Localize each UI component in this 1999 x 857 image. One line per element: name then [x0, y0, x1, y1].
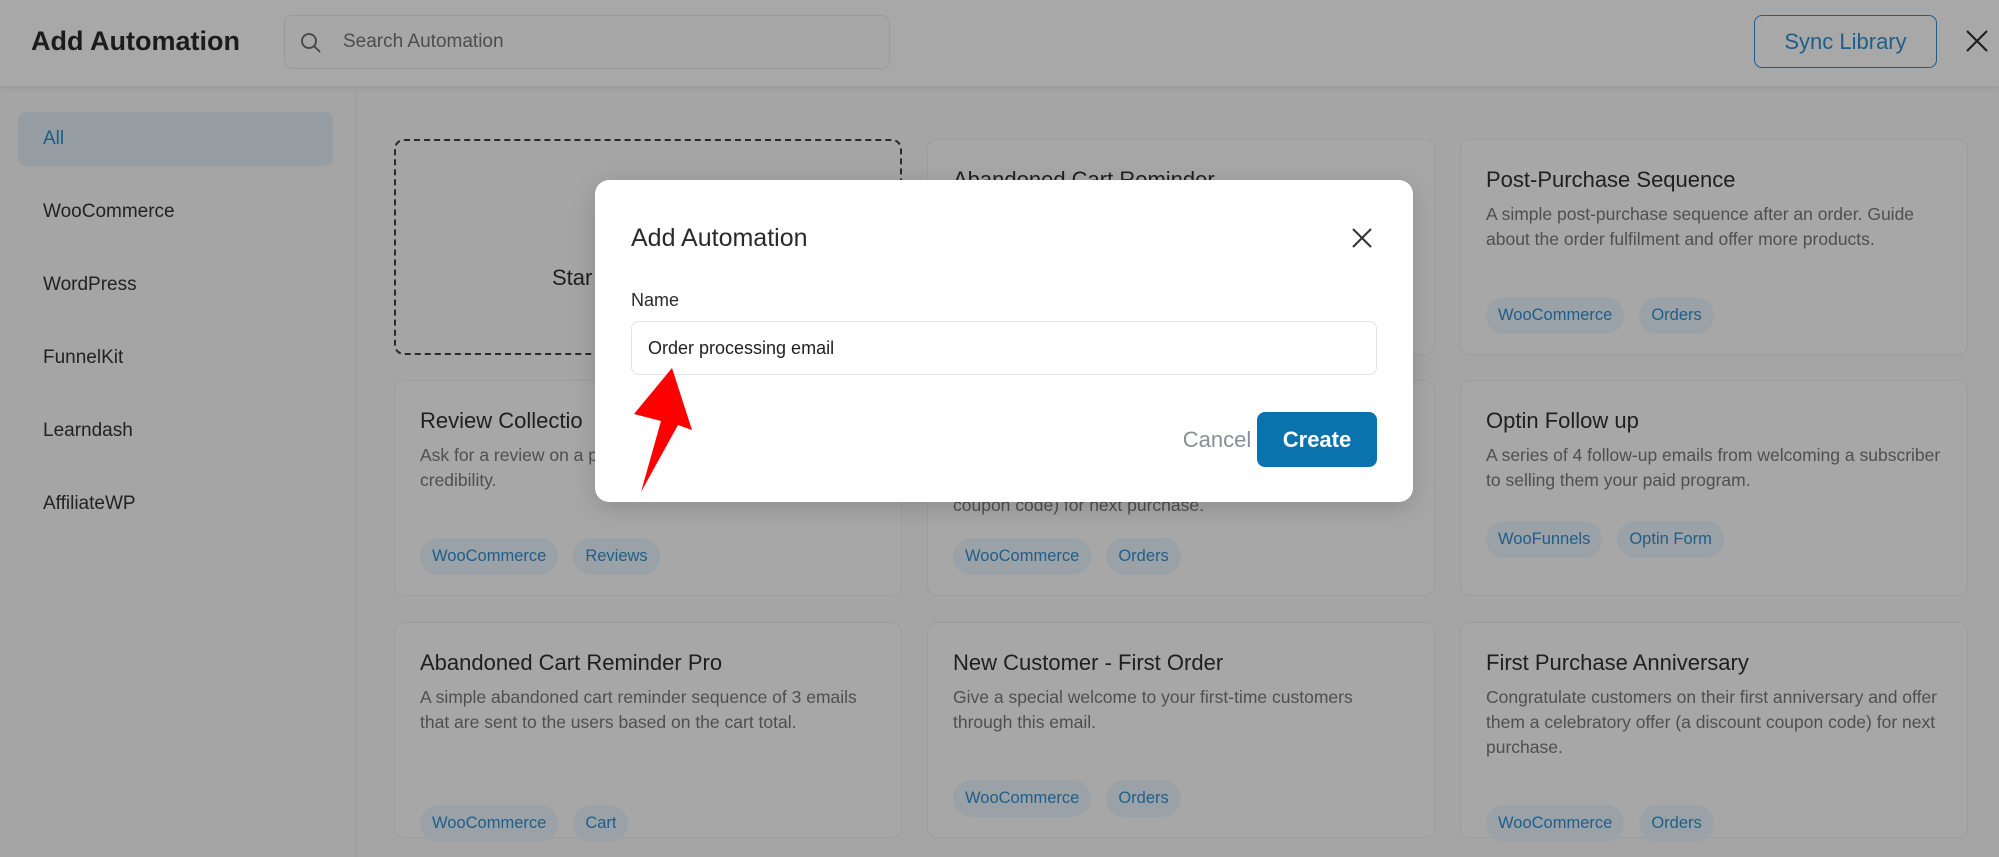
add-automation-modal: Add Automation Name Cancel Create [595, 180, 1413, 502]
card-description: A simple post-purchase sequence after an… [1486, 204, 1915, 249]
sidebar-item-all[interactable]: All [18, 112, 333, 166]
modal-title: Add Automation [631, 224, 808, 252]
tag-badge: WooCommerce [420, 805, 559, 842]
tag-badge: WooCommerce [420, 538, 559, 575]
card-title: First Purchase Anniversary [1486, 650, 1749, 675]
tag-badge: WooFunnels [1486, 521, 1603, 558]
header: Add Automation Sync Library [0, 0, 1999, 87]
tag-badge: Orders [1106, 780, 1181, 817]
tag-badge: Orders [1106, 538, 1181, 575]
sync-library-button[interactable]: Sync Library [1754, 15, 1937, 68]
card-tags: WooCommerce Orders [1486, 805, 1714, 842]
card-description: A simple abandoned cart reminder sequenc… [420, 687, 857, 732]
sidebar-item-affiliatewp[interactable]: AffiliateWP [18, 477, 333, 531]
card-description: Give a special welcome to your first-tim… [953, 687, 1353, 732]
page-title: Add Automation [31, 26, 240, 56]
automation-card[interactable]: Abandoned Cart Reminder Pro A simple aban… [394, 622, 902, 842]
card-tags: WooCommerce Orders [953, 780, 1181, 817]
cancel-button[interactable]: Cancel [1167, 412, 1267, 467]
tag-badge: WooCommerce [953, 538, 1092, 575]
card-title: New Customer - First Order [953, 650, 1224, 675]
card-tags: WooCommerce Orders [953, 538, 1181, 575]
card-tags: WooFunnels Optin Form [1486, 521, 1724, 558]
sidebar: All WooCommerce WordPress FunnelKit Lear… [0, 88, 357, 857]
card-description: Congratulate customers on their first an… [1486, 687, 1938, 757]
automation-card[interactable]: Optin Follow up A series of 4 follow-up e… [1460, 380, 1968, 596]
tag-badge: Cart [573, 805, 629, 842]
sidebar-item-learndash[interactable]: Learndash [18, 404, 333, 458]
tag-badge: WooCommerce [1486, 805, 1625, 842]
start-card-label: Star [552, 265, 593, 290]
tag-badge: Orders [1639, 805, 1714, 842]
sidebar-item-woocommerce[interactable]: WooCommerce [18, 185, 333, 239]
card-tags: WooCommerce Cart [420, 805, 629, 842]
card-description: A series of 4 follow-up emails from welc… [1486, 445, 1941, 490]
automation-card[interactable]: New Customer - First Order Give a special… [927, 622, 1435, 838]
tag-badge: WooCommerce [1486, 297, 1625, 334]
close-icon[interactable] [1350, 226, 1374, 250]
search-box[interactable] [284, 15, 890, 69]
tag-badge: WooCommerce [953, 780, 1092, 817]
sidebar-item-funnelkit[interactable]: FunnelKit [18, 331, 333, 385]
name-input[interactable] [631, 321, 1377, 375]
card-title: Optin Follow up [1486, 408, 1639, 433]
card-title: Review Collectio [420, 408, 583, 433]
card-title: Abandoned Cart Reminder Pro [420, 650, 723, 675]
search-icon [301, 33, 321, 53]
tag-badge: Orders [1639, 297, 1714, 334]
close-icon[interactable] [1964, 28, 1990, 54]
sidebar-item-wordpress[interactable]: WordPress [18, 258, 333, 312]
name-label: Name [631, 290, 680, 310]
automation-card[interactable]: Post-Purchase Sequence A simple post-purc… [1460, 139, 1968, 355]
card-tags: WooCommerce Reviews [420, 538, 660, 575]
tag-badge: Reviews [573, 538, 660, 575]
card-tags: WooCommerce Orders [1486, 297, 1714, 334]
search-input[interactable] [343, 16, 873, 68]
automation-card[interactable]: First Purchase Anniversary Congratulate c… [1460, 622, 1968, 842]
create-button[interactable]: Create [1257, 412, 1377, 467]
card-title: Post-Purchase Sequence [1486, 167, 1736, 192]
tag-badge: Optin Form [1617, 521, 1724, 558]
